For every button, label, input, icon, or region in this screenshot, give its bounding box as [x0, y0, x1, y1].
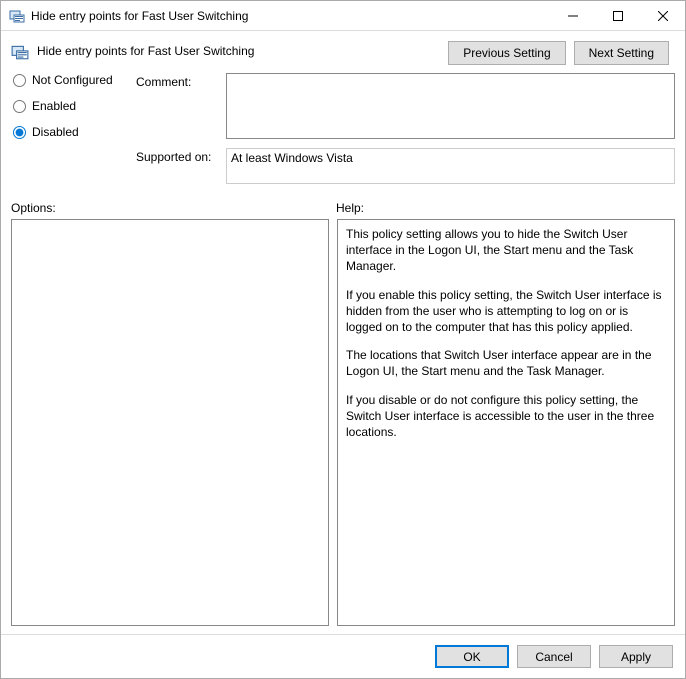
radio-enabled-input[interactable]: [13, 100, 26, 113]
ok-button[interactable]: OK: [435, 645, 509, 668]
help-paragraph: This policy setting allows you to hide t…: [346, 226, 666, 275]
comment-field-row: Comment:: [136, 73, 675, 142]
dialog-window: Hide entry points for Fast User Switchin…: [0, 0, 686, 679]
radio-disabled-input[interactable]: [13, 126, 26, 139]
supported-field-row: Supported on:: [136, 148, 675, 187]
gpo-icon: [9, 8, 25, 24]
radio-disabled-label: Disabled: [32, 125, 79, 139]
titlebar: Hide entry points for Fast User Switchin…: [1, 1, 685, 31]
next-setting-button[interactable]: Next Setting: [574, 41, 669, 65]
policy-title: Hide entry points for Fast User Switchin…: [37, 41, 440, 58]
maximize-button[interactable]: [595, 1, 640, 30]
state-radio-group: Not Configured Enabled Disabled: [11, 73, 136, 151]
footer: OK Cancel Apply: [1, 634, 685, 678]
radio-not-configured-input[interactable]: [13, 74, 26, 87]
pane-labels: Options: Help:: [11, 201, 675, 215]
nav-buttons: Previous Setting Next Setting: [448, 41, 669, 65]
help-paragraph: If you disable or do not configure this …: [346, 392, 666, 441]
help-pane-label: Help:: [336, 201, 675, 215]
options-pane: [11, 219, 329, 626]
window-title: Hide entry points for Fast User Switchin…: [31, 9, 550, 23]
supported-label: Supported on:: [136, 148, 218, 164]
help-paragraph: The locations that Switch User interface…: [346, 347, 666, 379]
cancel-button[interactable]: Cancel: [517, 645, 591, 668]
apply-button[interactable]: Apply: [599, 645, 673, 668]
policy-icon: [11, 43, 29, 61]
previous-setting-button[interactable]: Previous Setting: [448, 41, 565, 65]
comment-textarea[interactable]: [226, 73, 675, 139]
window-controls: [550, 1, 685, 30]
help-pane: This policy setting allows you to hide t…: [337, 219, 675, 626]
config-row: Not Configured Enabled Disabled Comment:: [11, 73, 675, 187]
radio-enabled[interactable]: Enabled: [13, 99, 136, 113]
radio-not-configured-label: Not Configured: [32, 73, 113, 87]
radio-not-configured[interactable]: Not Configured: [13, 73, 136, 87]
options-pane-label: Options:: [11, 201, 336, 215]
supported-textarea: [226, 148, 675, 184]
minimize-button[interactable]: [550, 1, 595, 30]
close-button[interactable]: [640, 1, 685, 30]
radio-disabled[interactable]: Disabled: [13, 125, 136, 139]
help-paragraph: If you enable this policy setting, the S…: [346, 287, 666, 336]
panes: This policy setting allows you to hide t…: [11, 219, 675, 626]
content-area: Hide entry points for Fast User Switchin…: [1, 31, 685, 634]
fields-col: Comment: Supported on:: [136, 73, 675, 187]
radio-enabled-label: Enabled: [32, 99, 76, 113]
header-row: Hide entry points for Fast User Switchin…: [11, 41, 675, 65]
comment-label: Comment:: [136, 73, 218, 89]
